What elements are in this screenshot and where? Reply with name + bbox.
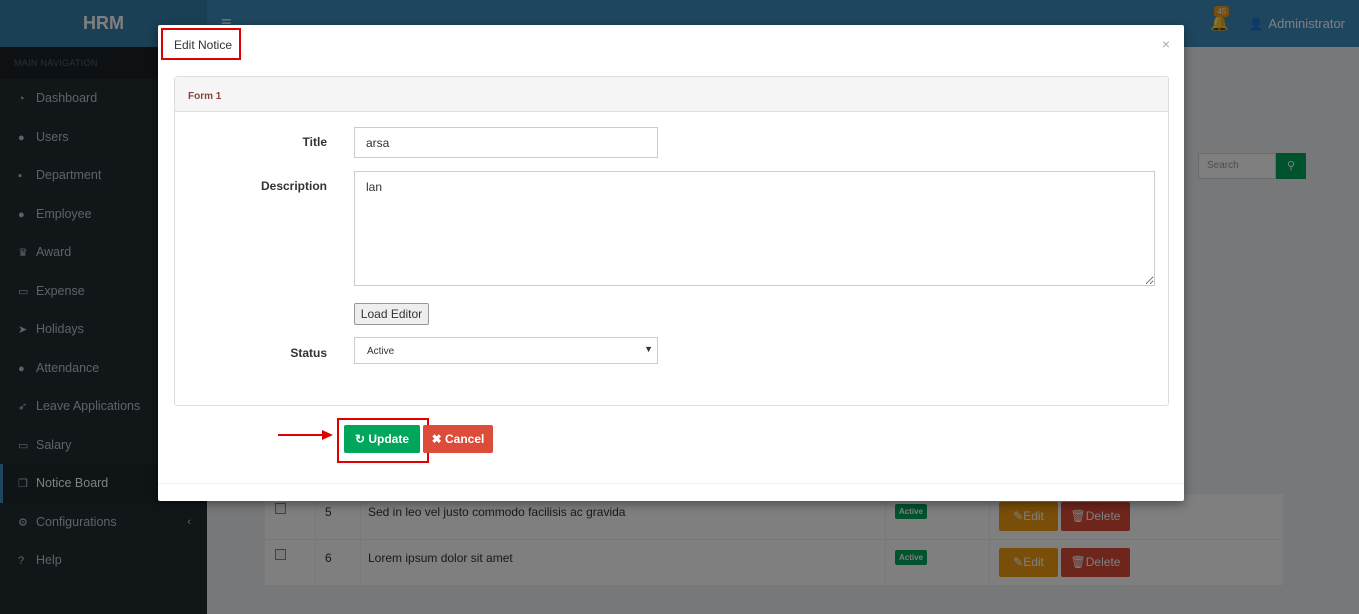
status-select[interactable]: Active ▼ <box>354 337 658 364</box>
description-textarea[interactable]: lan <box>354 171 1155 286</box>
update-label: Update <box>368 432 410 446</box>
refresh-icon: ↻ <box>354 432 369 446</box>
close-icon[interactable]: × <box>1162 36 1170 52</box>
modal-divider <box>158 483 1184 484</box>
panel-title: Form 1 <box>175 77 1168 112</box>
close-icon: ✖ <box>431 432 446 446</box>
status-selected-value: Active <box>367 346 395 357</box>
title-input[interactable] <box>354 127 658 158</box>
status-label: Status <box>290 346 327 360</box>
annotation-arrow-icon <box>278 430 333 440</box>
load-editor-button[interactable]: Load Editor <box>354 303 429 325</box>
form-panel: Form 1 Title Description lan Load Editor… <box>174 76 1169 406</box>
cancel-button[interactable]: ✖ Cancel <box>423 425 493 453</box>
update-button[interactable]: ↻ Update <box>344 425 420 453</box>
modal-title: Edit Notice <box>161 28 241 60</box>
caret-down-icon: ▼ <box>644 344 653 354</box>
title-label: Title <box>302 135 327 149</box>
cancel-label: Cancel <box>445 432 485 446</box>
description-label: Description <box>260 179 327 193</box>
